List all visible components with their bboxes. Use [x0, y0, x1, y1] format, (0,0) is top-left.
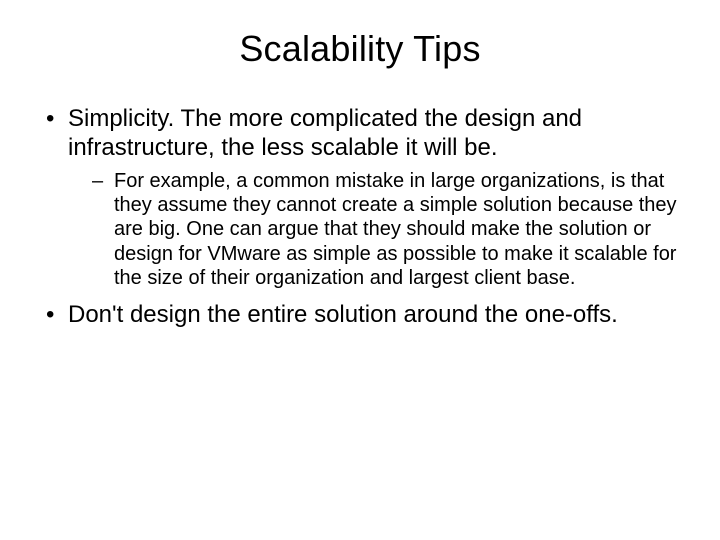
bullet-text: Simplicity. The more complicated the des…: [68, 105, 582, 161]
slide: Scalability Tips Simplicity. The more co…: [0, 0, 720, 540]
sub-bullet-text: For example, a common mistake in large o…: [114, 170, 677, 290]
bullet-item: Don't design the entire solution around …: [40, 300, 680, 329]
bullet-item: Simplicity. The more complicated the des…: [40, 104, 680, 290]
slide-title: Scalability Tips: [40, 28, 680, 70]
sub-bullet-item: For example, a common mistake in large o…: [68, 169, 680, 291]
bullet-list: Simplicity. The more complicated the des…: [40, 104, 680, 330]
bullet-text: Don't design the entire solution around …: [68, 301, 618, 328]
sub-bullet-list: For example, a common mistake in large o…: [68, 169, 680, 291]
